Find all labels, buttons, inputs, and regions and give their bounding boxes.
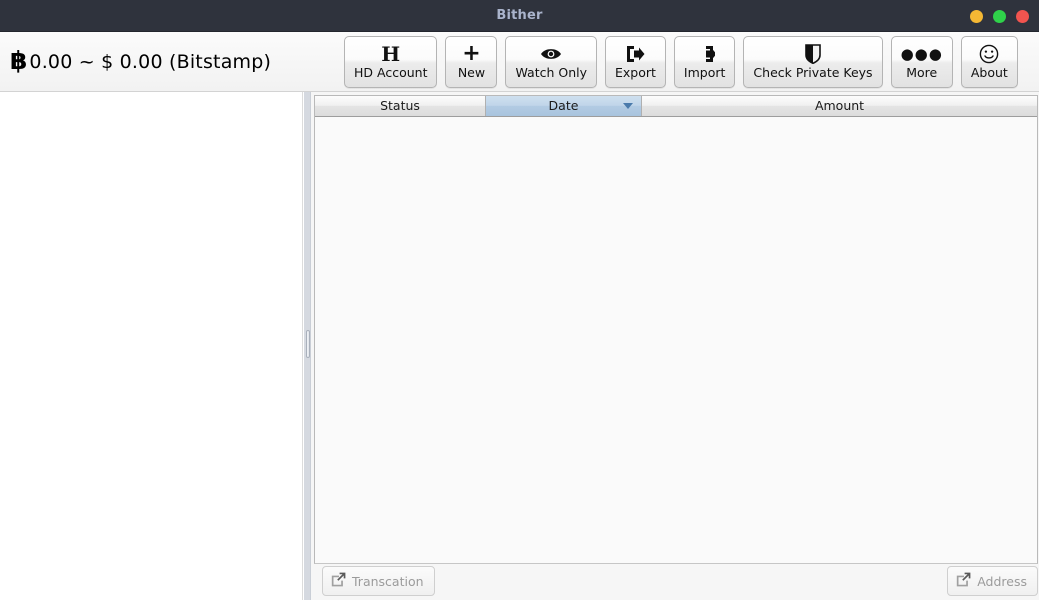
- h-letter-glyph: H: [381, 42, 401, 66]
- bitcoin-symbol-icon: ฿: [10, 46, 28, 75]
- eye-icon: [539, 43, 563, 65]
- check-private-keys-label: Check Private Keys: [753, 65, 873, 80]
- sort-descending-icon: [623, 103, 633, 109]
- maximize-button[interactable]: [993, 9, 1006, 23]
- about-label: About: [970, 65, 1008, 80]
- open-address-button[interactable]: Address: [947, 566, 1038, 596]
- minimize-button[interactable]: [970, 9, 983, 23]
- new-button[interactable]: + New: [445, 36, 498, 88]
- import-label: Import: [683, 65, 726, 80]
- plus-glyph: +: [462, 41, 481, 66]
- hd-account-button[interactable]: H HD Account: [344, 36, 438, 88]
- external-link-icon: [955, 571, 972, 592]
- wallet-list-panel[interactable]: [0, 92, 303, 600]
- watch-only-label: Watch Only: [515, 65, 587, 80]
- open-address-label: Address: [977, 573, 1027, 589]
- ellipsis-glyph: ●●●: [900, 45, 943, 63]
- window-controls: [970, 0, 1029, 32]
- window-title: Bither: [496, 8, 543, 23]
- column-header-status-label: Status: [380, 98, 420, 113]
- hd-account-label: HD Account: [354, 65, 428, 80]
- column-header-amount-label: Amount: [814, 98, 865, 113]
- smiley-icon: [979, 43, 999, 65]
- column-header-date[interactable]: Date: [486, 96, 642, 116]
- transactions-table[interactable]: Status Date Amount: [314, 95, 1038, 564]
- h-letter-icon: H: [381, 43, 400, 65]
- top-bar: ฿ 0.00 ~ $ 0.00 (Bitstamp) H HD Account …: [0, 32, 1039, 92]
- bither-app-window: Bither ฿ 0.00 ~ $ 0.00 (Bitstamp) H HD A…: [0, 0, 1039, 600]
- transactions-bottom-bar: Transcation Address: [314, 566, 1038, 597]
- check-private-keys-button[interactable]: Check Private Keys: [743, 36, 883, 88]
- watch-only-button[interactable]: Watch Only: [505, 36, 597, 88]
- table-body-empty[interactable]: [315, 117, 1037, 563]
- about-button[interactable]: About: [960, 36, 1018, 88]
- column-header-amount[interactable]: Amount: [642, 96, 1037, 116]
- table-header-row: Status Date Amount: [315, 96, 1037, 117]
- ellipsis-icon: ●●●: [901, 43, 943, 65]
- export-arrow-icon: [625, 43, 645, 65]
- close-button[interactable]: [1016, 9, 1029, 23]
- import-button[interactable]: Import: [673, 36, 736, 88]
- balance-text: 0.00 ~ $ 0.00 (Bitstamp): [29, 50, 272, 73]
- new-label: New: [457, 65, 486, 80]
- title-bar: Bither: [0, 0, 1039, 32]
- external-link-icon: [330, 571, 347, 592]
- shield-icon: [805, 43, 821, 65]
- column-header-status[interactable]: Status: [315, 96, 486, 116]
- export-button[interactable]: Export: [605, 36, 666, 88]
- open-transaction-button[interactable]: Transcation: [322, 566, 435, 596]
- balance-display: ฿ 0.00 ~ $ 0.00 (Bitstamp): [10, 32, 271, 91]
- column-header-date-label: Date: [548, 98, 579, 113]
- transactions-panel: Status Date Amount Transcation Address: [311, 92, 1039, 600]
- plus-icon: +: [462, 43, 480, 65]
- panel-splitter[interactable]: [303, 92, 311, 600]
- import-arrow-icon: [695, 43, 715, 65]
- export-label: Export: [615, 65, 656, 80]
- main-toolbar: H HD Account + New Watch Only Export Imp…: [344, 36, 1018, 88]
- more-button[interactable]: ●●● More: [890, 36, 953, 88]
- open-transaction-label: Transcation: [352, 573, 424, 589]
- splitter-grip[interactable]: [306, 330, 310, 358]
- more-label: More: [906, 65, 938, 80]
